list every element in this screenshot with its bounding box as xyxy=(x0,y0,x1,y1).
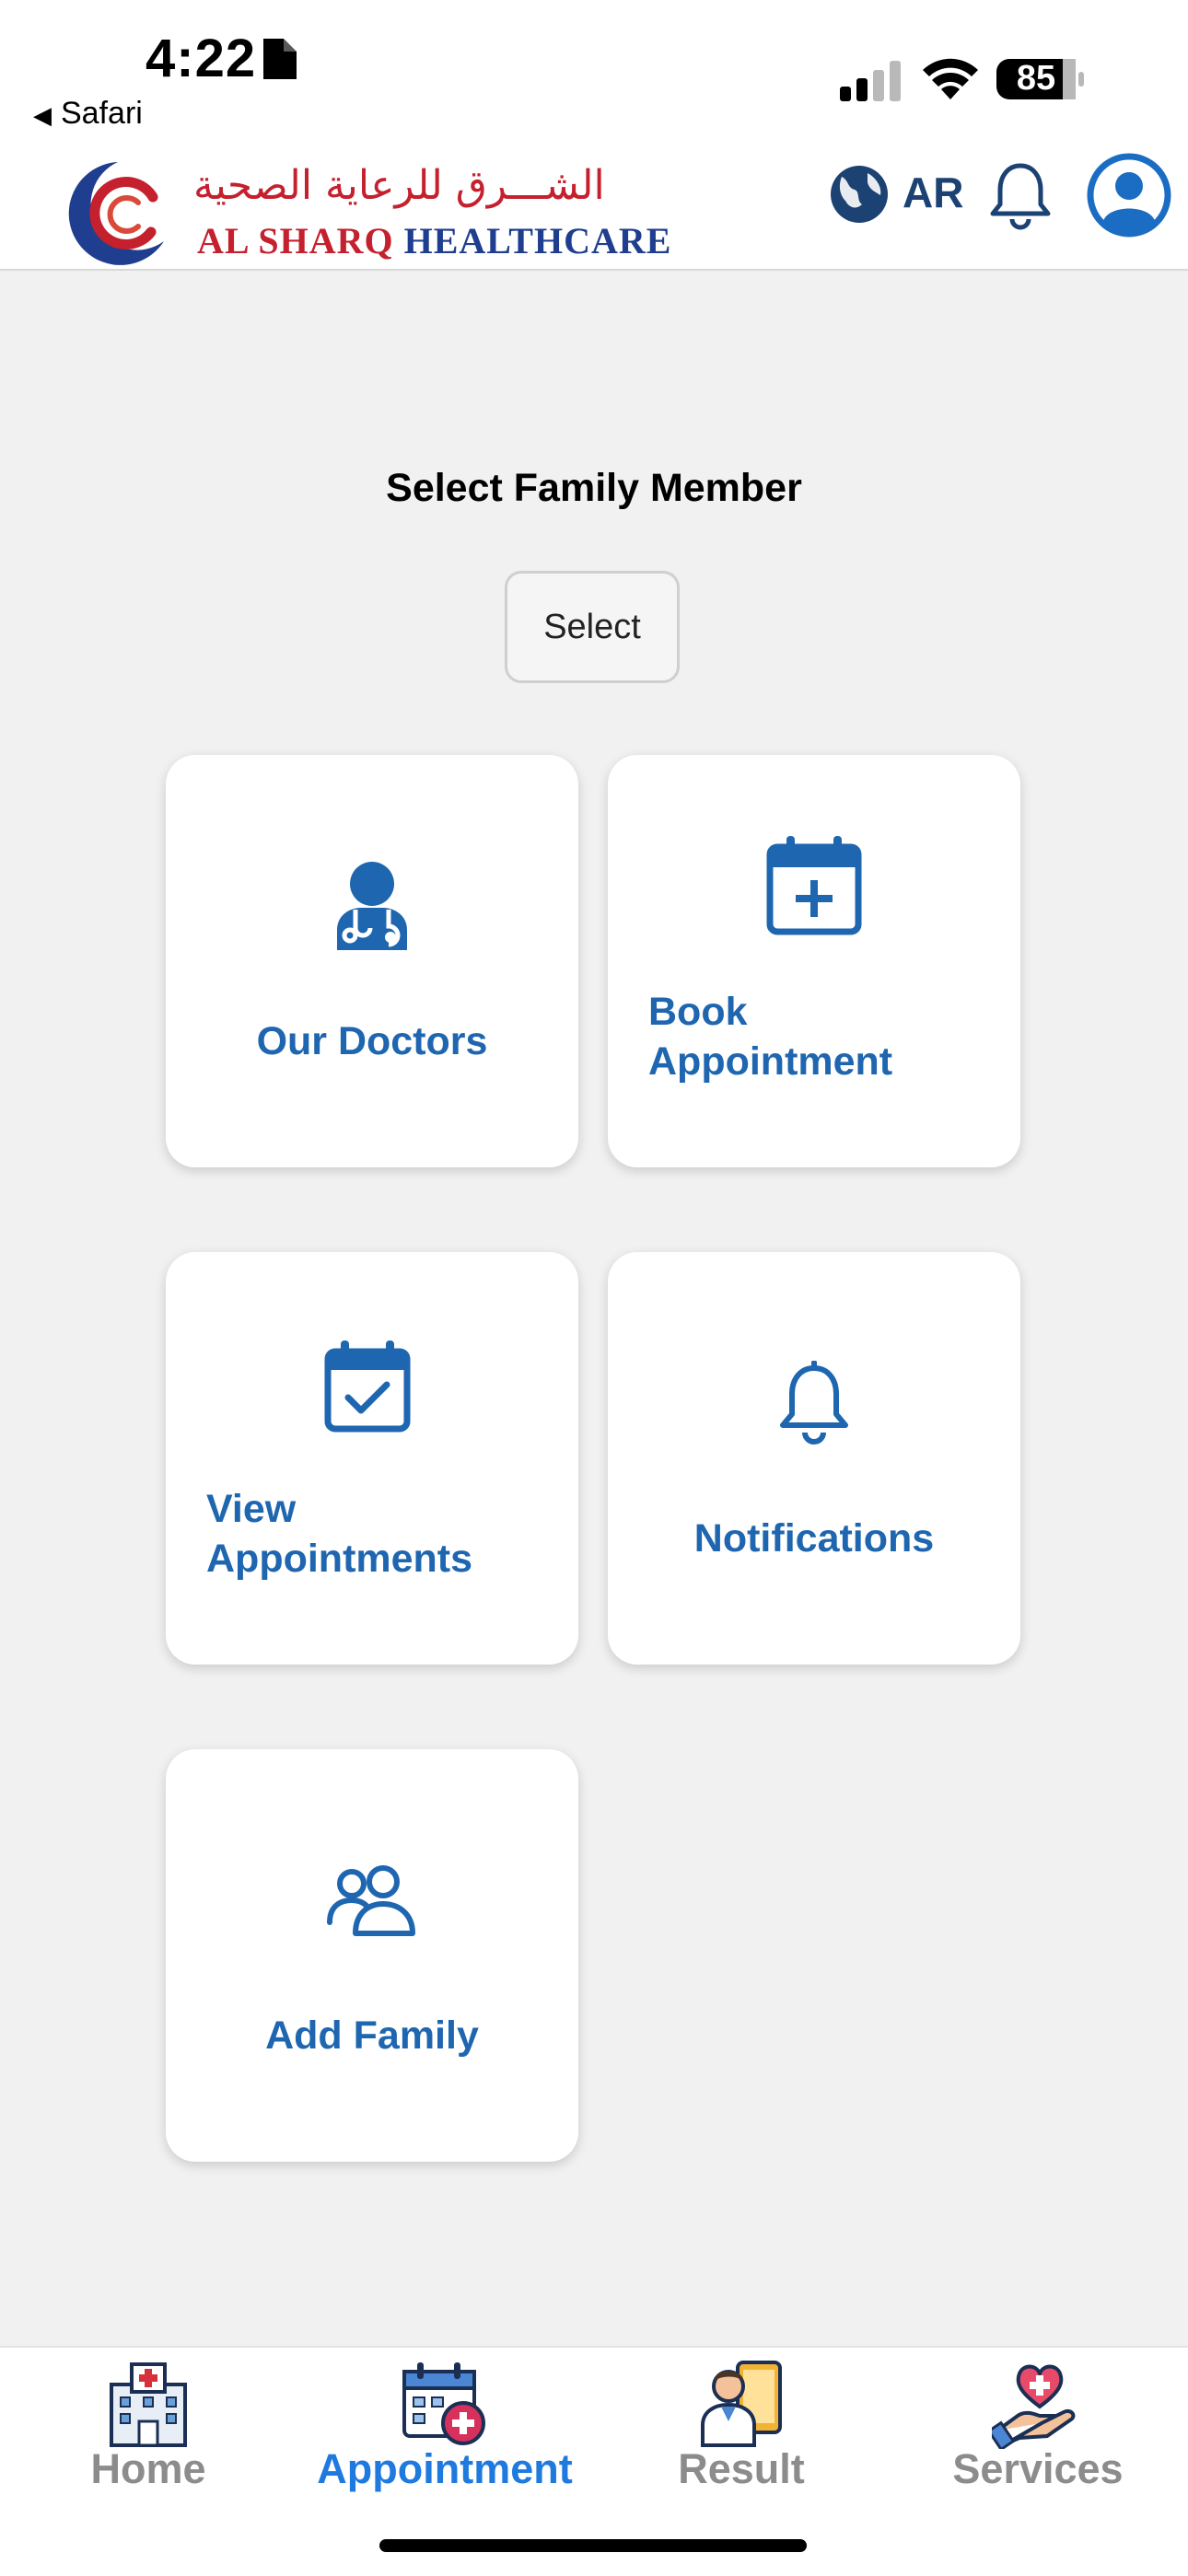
nav-item-result[interactable]: Result xyxy=(593,2348,890,2504)
profile-avatar-icon[interactable] xyxy=(1087,153,1171,238)
tile-label: Notifications xyxy=(693,1516,935,1561)
tile-label: View Appointments xyxy=(206,1484,472,1584)
tile-label-line1: View xyxy=(206,1487,297,1531)
logo-english-text: AL SHARQ HEALTHCARE xyxy=(197,219,671,262)
status-bar: 4:22 ◀ Safari 85 xyxy=(0,0,1188,147)
al-sharq-logo-icon[interactable] xyxy=(61,157,175,271)
back-to-safari[interactable]: ◀ Safari xyxy=(33,96,143,132)
doctor-phone-icon xyxy=(701,2361,782,2447)
nav-item-services[interactable]: Services xyxy=(890,2348,1186,2504)
status-time: 4:22 xyxy=(146,29,257,88)
tile-label-line2: Appointment xyxy=(648,1039,893,1084)
appointment-calendar-icon xyxy=(402,2362,485,2445)
document-icon xyxy=(263,39,297,79)
logo-en-part1: AL SHARQ xyxy=(197,220,394,261)
tile-label-line2: Appointments xyxy=(206,1537,473,1581)
nav-label: Services xyxy=(952,2445,1124,2492)
language-toggle[interactable]: AR xyxy=(903,168,963,217)
family-member-select[interactable]: Select xyxy=(505,571,680,683)
tile-label-line1: Book xyxy=(648,990,748,1034)
logo-en-part2: HEALTHCARE xyxy=(403,220,672,261)
tile-our-doctors[interactable]: Our Doctors xyxy=(166,755,578,1167)
back-arrow-icon: ◀ xyxy=(33,101,52,129)
wifi-icon xyxy=(923,58,978,99)
tile-add-family[interactable]: Add Family xyxy=(166,1749,578,2162)
hospital-icon xyxy=(110,2362,187,2447)
globe-icon[interactable] xyxy=(829,164,890,225)
battery-level: 85 xyxy=(1016,59,1056,98)
page-title: Select Family Member xyxy=(386,466,802,510)
tile-view-appointments[interactable]: View Appointments xyxy=(166,1252,578,1665)
logo-arabic-text: الشـــرق للرعاية الصحية xyxy=(193,162,605,209)
nav-item-appointment[interactable]: Appointment xyxy=(297,2348,593,2504)
home-indicator[interactable] xyxy=(379,2539,807,2552)
tile-notifications[interactable]: Notifications xyxy=(608,1252,1020,1665)
cellular-signal-icon xyxy=(840,61,901,101)
nav-label: Home xyxy=(90,2445,206,2492)
nav-label: Result xyxy=(678,2445,805,2492)
doctor-icon xyxy=(337,862,407,950)
back-label: Safari xyxy=(61,96,143,131)
bell-icon xyxy=(780,1361,848,1445)
calendar-check-icon xyxy=(324,1340,411,1433)
notification-bell-icon[interactable] xyxy=(987,160,1054,230)
tile-label: Our Doctors xyxy=(256,1019,488,1063)
calendar-plus-icon xyxy=(766,836,862,935)
tile-label: Add Family xyxy=(265,2013,479,2058)
users-icon xyxy=(327,1865,415,1936)
tile-label: Book Appointment xyxy=(648,987,892,1086)
nav-label: Appointment xyxy=(317,2445,573,2492)
nav-item-home[interactable]: Home xyxy=(0,2348,297,2504)
app-header: الشـــرق للرعاية الصحية AL SHARQ HEALTHC… xyxy=(0,147,1188,271)
heart-hand-icon xyxy=(992,2364,1076,2449)
tile-book-appointment[interactable]: Book Appointment xyxy=(608,755,1020,1167)
